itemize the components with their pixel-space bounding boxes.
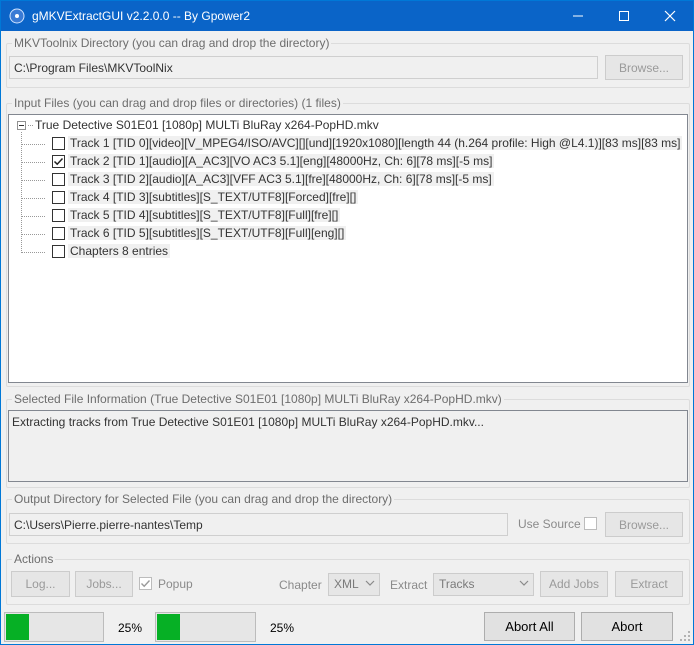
current-progress-text: 25% xyxy=(118,621,143,635)
extract-button[interactable]: Extract xyxy=(615,571,683,597)
use-source-checkbox[interactable] xyxy=(584,517,597,530)
track-checkbox[interactable] xyxy=(52,155,65,168)
actions-group-label: Actions xyxy=(12,552,56,566)
close-button[interactable] xyxy=(647,1,693,31)
selected-info-group-label: Selected File Information (True Detectiv… xyxy=(12,392,504,406)
track-label: Track 6 [TID 5][subtitles][S_TEXT/UTF8][… xyxy=(68,226,347,240)
track-checkbox[interactable] xyxy=(52,191,65,204)
track-checkbox[interactable] xyxy=(52,173,65,186)
chevron-down-icon xyxy=(365,580,375,586)
collapse-toggle-icon[interactable] xyxy=(17,121,26,130)
selected-info-textarea[interactable]: Extracting tracks from True Detective S0… xyxy=(8,410,688,482)
total-progress-fill xyxy=(157,614,180,640)
chapter-type-value: XML xyxy=(334,577,359,591)
popup-label: Popup xyxy=(158,577,193,591)
add-jobs-button[interactable]: Add Jobs xyxy=(540,571,608,597)
track-label: Track 1 [TID 0][video][V_MPEG4/ISO/AVC][… xyxy=(68,136,683,150)
extract-type-label: Extract xyxy=(390,578,428,592)
popup-checkbox[interactable] xyxy=(139,577,152,590)
tree-item-track[interactable]: Track 4 [TID 3][subtitles][S_TEXT/UTF8][… xyxy=(21,189,676,207)
abort-all-button[interactable]: Abort All xyxy=(484,612,575,641)
tree-item-track[interactable]: Track 5 [TID 4][subtitles][S_TEXT/UTF8][… xyxy=(21,207,676,225)
track-label: Track 5 [TID 4][subtitles][S_TEXT/UTF8][… xyxy=(68,208,341,222)
track-label: Chapters 8 entries xyxy=(68,244,171,258)
use-source-label: Use Source xyxy=(518,517,581,531)
track-checkbox[interactable] xyxy=(52,245,65,258)
extract-type-value: Tracks xyxy=(439,577,475,591)
track-checkbox[interactable] xyxy=(52,137,65,150)
title-bar[interactable]: gMKVExtractGUI v2.2.0.0 -- By Gpower2 xyxy=(1,1,693,31)
tree-item-track[interactable]: Track 3 [TID 2][audio][A_AC3][VFF AC3 5.… xyxy=(21,171,676,189)
tree-root-label: True Detective S01E01 [1080p] MULTi BluR… xyxy=(35,118,379,132)
total-progress-text: 25% xyxy=(270,621,295,635)
mkvtoolnix-browse-button[interactable]: Browse... xyxy=(605,55,683,80)
track-label: Track 3 [TID 2][audio][A_AC3][VFF AC3 5.… xyxy=(68,172,494,186)
output-browse-button[interactable]: Browse... xyxy=(605,512,683,537)
current-progress-fill xyxy=(6,614,29,640)
output-path-field[interactable]: C:\Users\Pierre.pierre-nantes\Temp xyxy=(9,513,508,536)
jobs-button[interactable]: Jobs... xyxy=(75,571,133,597)
log-button[interactable]: Log... xyxy=(11,571,70,597)
track-checkbox[interactable] xyxy=(52,209,65,222)
track-checkbox[interactable] xyxy=(52,227,65,240)
input-files-tree[interactable]: True Detective S01E01 [1080p] MULTi BluR… xyxy=(8,114,688,383)
chevron-down-icon xyxy=(519,580,529,586)
chapter-label: Chapter xyxy=(279,578,322,592)
maximize-button[interactable] xyxy=(601,1,647,31)
tree-item-track[interactable]: Track 1 [TID 0][video][V_MPEG4/ISO/AVC][… xyxy=(21,135,683,153)
window-title: gMKVExtractGUI v2.2.0.0 -- By Gpower2 xyxy=(32,9,251,23)
input-files-group-label: Input Files (you can drag and drop files… xyxy=(12,96,343,110)
chapter-type-select[interactable]: XML xyxy=(328,573,380,596)
close-icon xyxy=(664,10,676,22)
output-group-label: Output Directory for Selected File (you … xyxy=(12,492,395,506)
resize-grip-icon[interactable] xyxy=(679,630,691,642)
mkvtoolnix-group-label: MKVToolnix Directory (you can drag and d… xyxy=(12,36,332,50)
tree-item-chapters[interactable]: Chapters 8 entries xyxy=(21,243,676,261)
app-icon xyxy=(9,8,25,24)
abort-button[interactable]: Abort xyxy=(581,612,673,641)
tree-item-track[interactable]: Track 2 [TID 1][audio][A_AC3][VO AC3 5.1… xyxy=(21,153,676,171)
maximize-icon xyxy=(619,11,629,21)
track-label: Track 2 [TID 1][audio][A_AC3][VO AC3 5.1… xyxy=(68,154,495,168)
track-label: Track 4 [TID 3][subtitles][S_TEXT/UTF8][… xyxy=(68,190,359,204)
tree-item-track[interactable]: Track 6 [TID 5][subtitles][S_TEXT/UTF8][… xyxy=(21,225,676,243)
tree-root-row[interactable]: True Detective S01E01 [1080p] MULTi BluR… xyxy=(15,117,675,135)
mkvtoolnix-path-field[interactable]: C:\Program Files\MKVToolNix xyxy=(9,56,598,79)
minimize-icon xyxy=(573,15,583,17)
extract-type-select[interactable]: Tracks xyxy=(433,573,534,596)
popup-check-icon xyxy=(141,580,151,588)
current-progress-bar xyxy=(4,612,104,642)
main-window: gMKVExtractGUI v2.2.0.0 -- By Gpower2 MK… xyxy=(0,0,694,645)
check-icon xyxy=(53,157,64,166)
minimize-button[interactable] xyxy=(555,1,601,31)
total-progress-bar xyxy=(155,612,256,642)
